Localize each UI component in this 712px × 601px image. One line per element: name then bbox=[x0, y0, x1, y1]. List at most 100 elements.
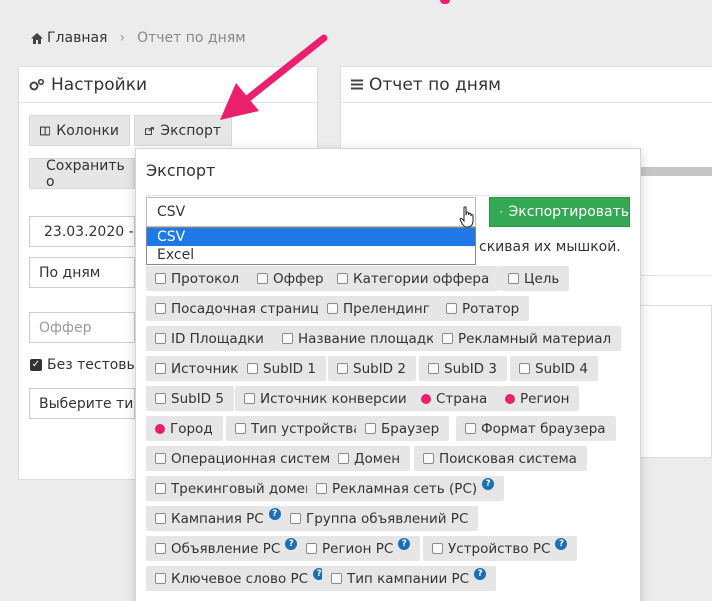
export-field-option[interactable]: Город bbox=[146, 416, 223, 441]
export-field-option[interactable]: Ключевое слово РС? bbox=[146, 566, 336, 591]
checkbox[interactable] bbox=[428, 363, 439, 374]
breadcrumb-home[interactable]: Главная bbox=[31, 30, 107, 46]
no-test-checkbox[interactable]: ✓ bbox=[30, 359, 42, 371]
export-field-label: Источник bbox=[171, 360, 239, 377]
export-field-option[interactable]: Группа объявлений РС bbox=[281, 506, 479, 531]
checkbox[interactable] bbox=[442, 333, 453, 344]
export-field-option[interactable]: Браузер bbox=[356, 416, 450, 441]
checkbox[interactable] bbox=[338, 453, 349, 464]
export-field-option[interactable]: Домен bbox=[329, 446, 411, 471]
checkbox[interactable] bbox=[465, 423, 476, 434]
export-field-option[interactable]: Тип устройства bbox=[226, 416, 372, 441]
checkbox[interactable] bbox=[306, 543, 317, 554]
format-select[interactable]: CSV bbox=[146, 197, 476, 227]
checkbox[interactable] bbox=[327, 303, 338, 314]
checkbox[interactable] bbox=[423, 453, 434, 464]
export-field-label: Кампания РС bbox=[171, 510, 264, 527]
checkbox[interactable] bbox=[155, 333, 166, 344]
checkbox[interactable] bbox=[337, 273, 348, 284]
export-field-option[interactable]: Объявление РС? bbox=[146, 536, 308, 561]
save-button[interactable]: Сохранить о bbox=[29, 158, 135, 189]
checkbox[interactable] bbox=[247, 363, 258, 374]
checkbox[interactable] bbox=[316, 483, 327, 494]
date-range-value: 23.03.2020 - 2 bbox=[44, 223, 134, 240]
checkbox[interactable] bbox=[235, 423, 246, 434]
export-field-label: Поисковая система bbox=[439, 450, 577, 467]
help-icon[interactable]: ? bbox=[268, 507, 281, 520]
export-field-label: Регион РС bbox=[322, 540, 394, 557]
export-field-option[interactable]: Страна bbox=[412, 386, 498, 411]
export-field-option[interactable]: Рекламный материал bbox=[433, 326, 622, 351]
checkbox[interactable] bbox=[337, 363, 348, 374]
help-icon[interactable]: ? bbox=[555, 537, 568, 550]
export-field-option[interactable]: Регион РС? bbox=[297, 536, 421, 561]
export-field-option[interactable]: Поисковая система bbox=[414, 446, 587, 471]
checkbox[interactable] bbox=[365, 423, 376, 434]
checkbox[interactable] bbox=[331, 573, 342, 584]
export-field-option[interactable]: Прелендинг bbox=[318, 296, 440, 321]
checkbox[interactable] bbox=[155, 513, 166, 524]
export-field-option[interactable]: Трекинговый домен bbox=[146, 476, 324, 501]
checkbox[interactable] bbox=[155, 483, 166, 494]
checkbox[interactable] bbox=[519, 363, 530, 374]
checkbox[interactable] bbox=[508, 273, 519, 284]
checkbox[interactable] bbox=[155, 453, 166, 464]
selected-marker-icon[interactable] bbox=[155, 423, 165, 434]
export-field-option[interactable]: Формат браузера bbox=[456, 416, 616, 441]
checkbox[interactable] bbox=[257, 273, 268, 284]
export-field-label: Категории оффера bbox=[353, 270, 490, 287]
checkbox[interactable] bbox=[290, 513, 301, 524]
export-field-option[interactable]: Название площадки bbox=[273, 326, 453, 351]
checkbox[interactable] bbox=[282, 333, 293, 344]
export-field-option[interactable]: ID Площадки bbox=[146, 326, 274, 351]
export-field-option[interactable]: Категории оффера bbox=[328, 266, 500, 291]
export-field-option[interactable]: Источник конверсии bbox=[235, 386, 417, 411]
export-field-label: Прелендинг bbox=[343, 300, 430, 317]
top-accent-mark bbox=[440, 0, 450, 4]
export-field-option[interactable]: Операционная система bbox=[146, 446, 349, 471]
checkbox[interactable] bbox=[446, 303, 457, 314]
columns-button[interactable]: Колонки bbox=[29, 115, 130, 146]
checkbox[interactable] bbox=[155, 393, 166, 404]
format-option-excel[interactable]: Excel bbox=[147, 246, 475, 264]
export-field-option[interactable]: Кампания РС? bbox=[146, 506, 291, 531]
export-field-option[interactable]: SubID 4 bbox=[510, 356, 598, 381]
export-field-option[interactable]: Протокол bbox=[146, 266, 250, 291]
help-icon[interactable]: ? bbox=[285, 537, 298, 550]
export-field-option[interactable]: Цель bbox=[499, 266, 570, 291]
offer-select[interactable]: Оффер bbox=[29, 312, 135, 343]
export-field-option[interactable]: Источник bbox=[146, 356, 249, 381]
help-icon[interactable]: ? bbox=[474, 567, 487, 580]
export-field-option[interactable]: SubID 1 bbox=[238, 356, 326, 381]
format-option-csv[interactable]: CSV bbox=[147, 228, 475, 246]
export-field-option[interactable]: SubID 2 bbox=[328, 356, 416, 381]
selected-marker-icon[interactable] bbox=[505, 393, 515, 404]
export-button[interactable]: Экспорт bbox=[134, 115, 232, 146]
export-field-label: Рекламная сеть (РС) bbox=[332, 480, 478, 497]
selected-marker-icon[interactable] bbox=[421, 393, 431, 404]
checkbox[interactable] bbox=[155, 303, 166, 314]
export-field-option[interactable]: Рекламная сеть (РС)? bbox=[307, 476, 505, 501]
export-field-option[interactable]: SubID 3 bbox=[419, 356, 507, 381]
export-popup: Экспорт CSV CSV Excel Экспортировать ски… bbox=[135, 148, 641, 601]
checkbox[interactable] bbox=[432, 543, 443, 554]
checkbox[interactable] bbox=[244, 393, 255, 404]
type-select[interactable]: Выберите тип bbox=[29, 388, 135, 419]
export-field-option[interactable]: Посадочная страница bbox=[146, 296, 338, 321]
help-icon[interactable]: ? bbox=[398, 537, 411, 550]
help-icon[interactable]: ? bbox=[482, 477, 495, 490]
grouping-select[interactable]: По дням bbox=[29, 257, 135, 288]
no-test-checkbox-row[interactable]: ✓ Без тестовых bbox=[30, 357, 146, 373]
export-field-option[interactable]: Регион bbox=[496, 386, 580, 411]
checkbox[interactable] bbox=[155, 543, 166, 554]
checkbox[interactable] bbox=[155, 573, 166, 584]
checkbox[interactable] bbox=[155, 363, 166, 374]
date-range-field[interactable]: 23.03.2020 - 2 bbox=[29, 216, 135, 247]
export-field-option[interactable]: SubID 5 bbox=[146, 386, 234, 411]
export-field-option[interactable]: Устройство РС? bbox=[423, 536, 578, 561]
export-field-option[interactable]: Ротатор bbox=[437, 296, 530, 321]
do-export-button[interactable]: Экспортировать bbox=[489, 197, 630, 227]
export-field-option[interactable]: Оффер bbox=[248, 266, 334, 291]
export-field-option[interactable]: Тип кампании РС? bbox=[322, 566, 497, 591]
checkbox[interactable] bbox=[155, 273, 166, 284]
